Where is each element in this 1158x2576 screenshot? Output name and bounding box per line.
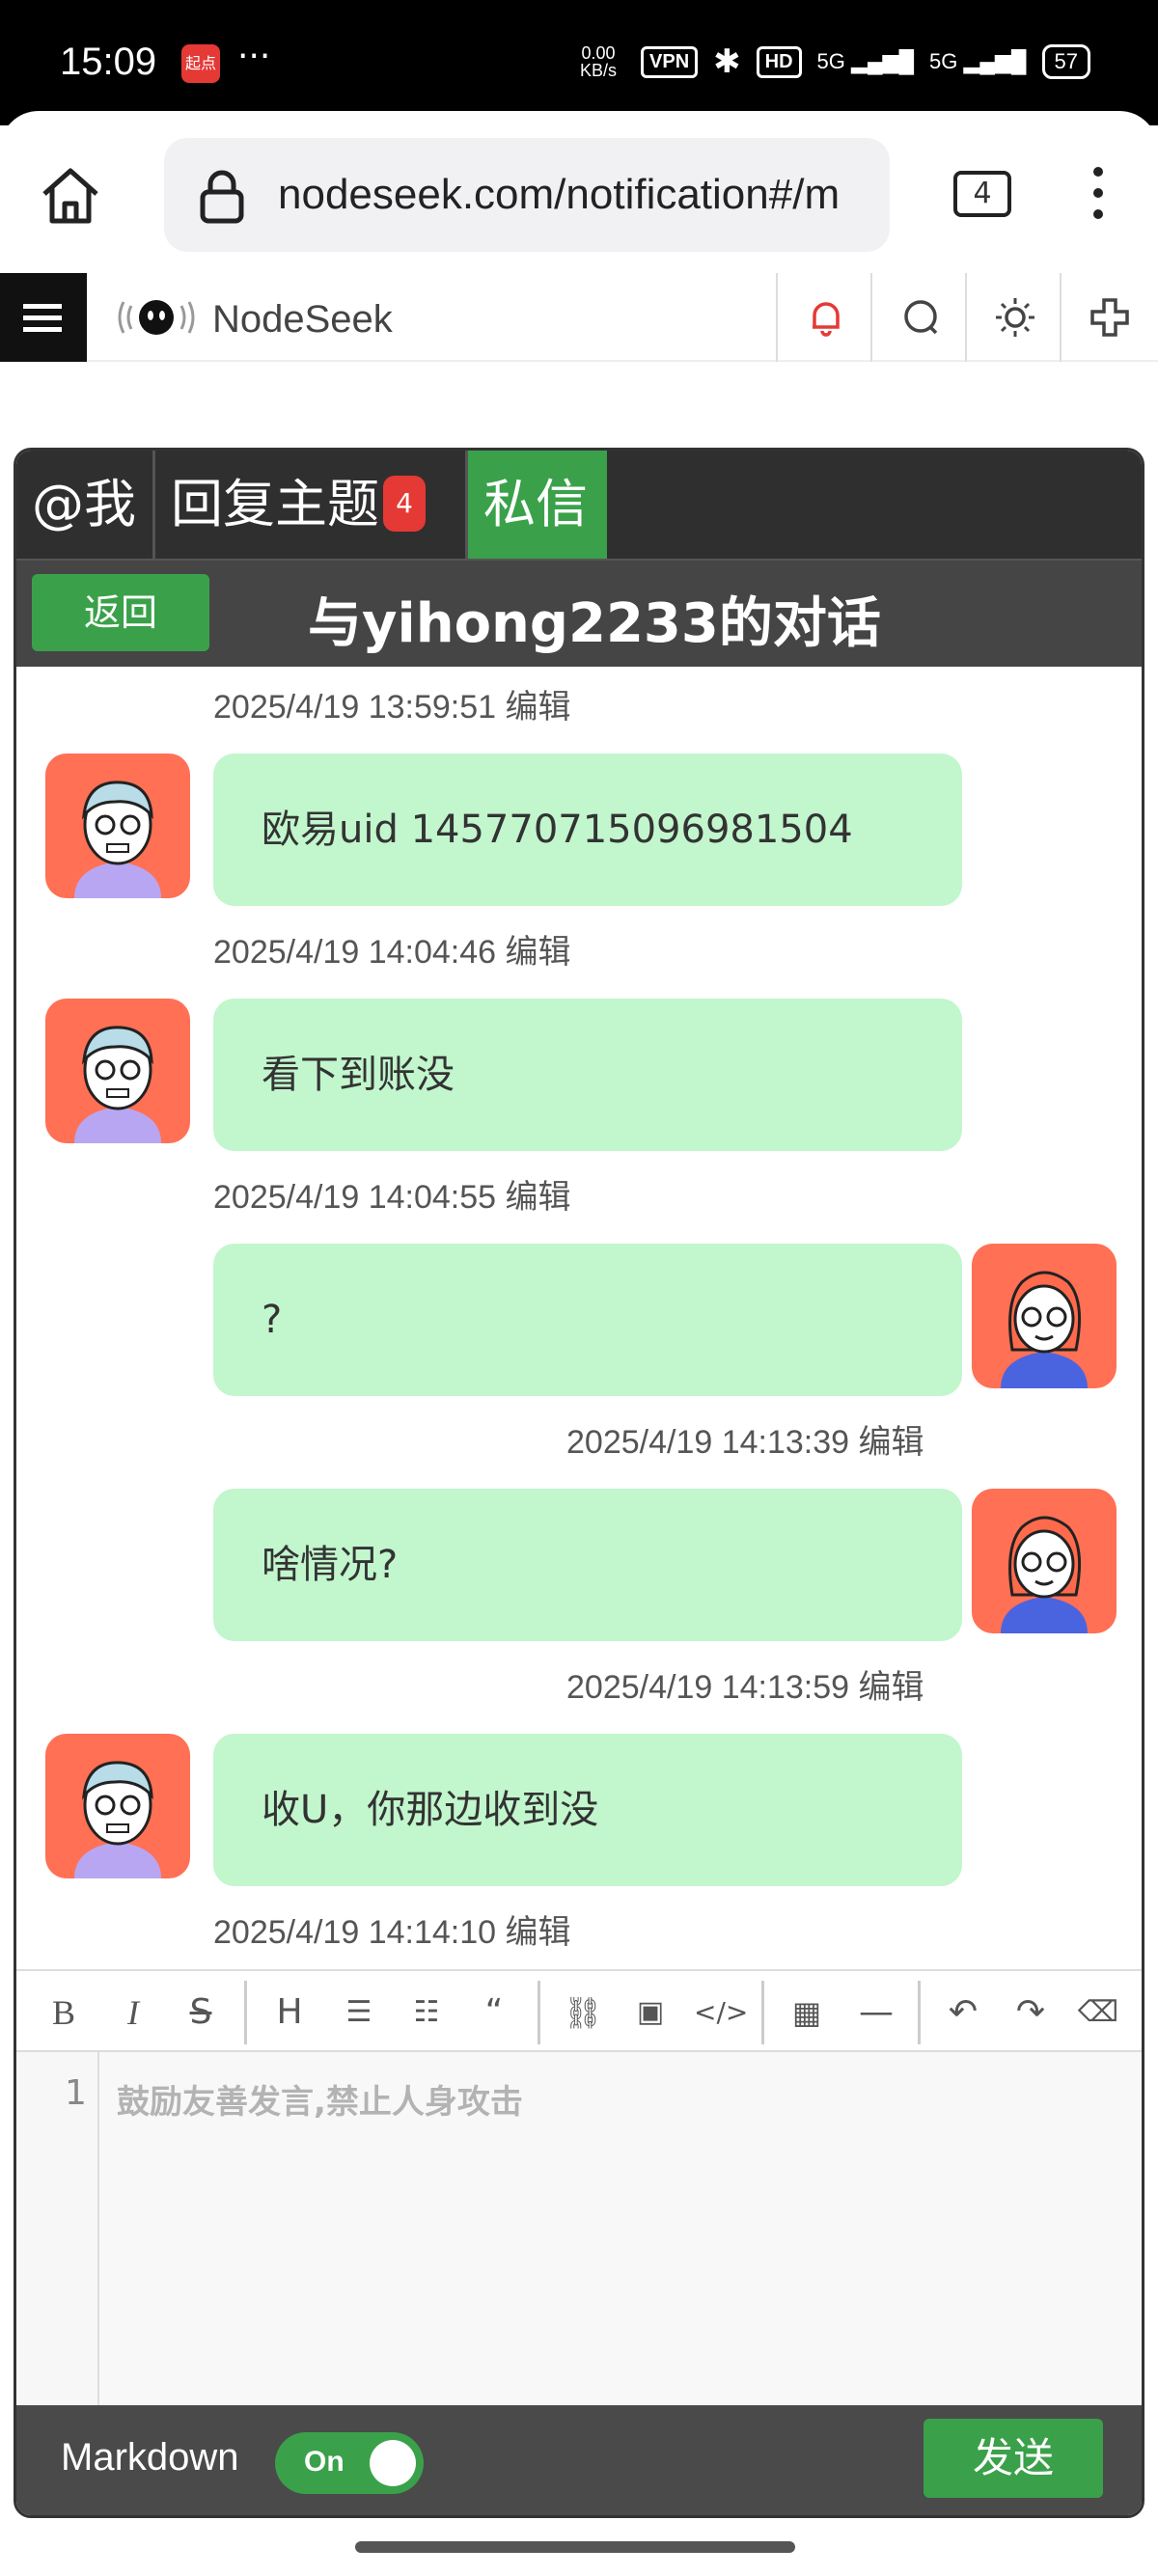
tab-private-messages[interactable]: 私信: [468, 451, 607, 559]
home-icon: [42, 168, 98, 224]
avatar[interactable]: [45, 1734, 190, 1878]
message-bubble: 啥情况?: [213, 1489, 962, 1641]
plus-icon: [1090, 298, 1129, 337]
toggle-knob: [370, 2440, 416, 2486]
image-icon[interactable]: ▣: [626, 1988, 675, 2037]
message-bubble: ?: [213, 1244, 962, 1396]
more-notifications-icon: ···: [237, 37, 271, 76]
site-brand[interactable]: NodeSeek: [212, 298, 393, 342]
tab-switcher-button[interactable]: 4: [953, 171, 1011, 217]
avatar[interactable]: [972, 1489, 1117, 1633]
app-notification-icon: 起点: [181, 44, 220, 83]
message-bubble: 看下到账没: [213, 999, 962, 1151]
avatar[interactable]: [45, 754, 190, 898]
bold-icon[interactable]: B: [40, 1988, 88, 2037]
quote-icon[interactable]: “: [470, 1988, 518, 2037]
toolbar-divider: [244, 1981, 247, 2044]
user-avatar-icon: [45, 754, 190, 898]
line-number: 1: [65, 2073, 87, 2113]
avatar[interactable]: [972, 1244, 1117, 1388]
message-timestamp: 2025/4/19 14:04:55 编辑: [213, 1179, 571, 1216]
toolbar-divider: [918, 1981, 921, 2044]
toggle-label: On: [304, 2446, 345, 2478]
heading-icon[interactable]: H: [265, 1988, 314, 2037]
reply-count-badge: 4: [383, 476, 426, 533]
theme-toggle-button[interactable]: [965, 273, 1060, 362]
message-timestamp: 2025/4/19 14:13:39 编辑: [566, 1424, 924, 1461]
link-icon[interactable]: ⛓: [559, 1988, 607, 2037]
user-avatar-icon: [45, 999, 190, 1143]
tab-mentions[interactable]: @我: [16, 451, 155, 559]
nodeseek-logo-icon: [118, 300, 195, 335]
battery-icon: 57: [1041, 44, 1090, 79]
status-time: 15:09: [60, 41, 157, 83]
site-header: NodeSeek: [0, 273, 1158, 362]
net-speed: 0.00 KB/s: [580, 43, 618, 80]
browser-toolbar: nodeseek.com/notification#/m 4: [0, 111, 1158, 275]
markdown-label: Markdown: [61, 2436, 239, 2479]
numbered-list-icon[interactable]: ☷: [402, 1988, 451, 2037]
message-timestamp: 2025/4/19 14:13:59 编辑: [566, 1669, 924, 1706]
editor-placeholder: 鼓励友善发言,禁止人身攻击: [117, 2083, 523, 2122]
message-editor[interactable]: 1 鼓励友善发言,禁止人身攻击: [16, 2052, 1142, 2405]
toolbar-divider: [761, 1981, 764, 2044]
conversation-title: 与yihong2233的对话: [308, 592, 881, 655]
message-bubble: 收U，你那边收到没: [213, 1734, 962, 1886]
signal-icon-1: 5G ▂▄▆█: [816, 49, 915, 73]
toolbar-divider: [538, 1981, 540, 2044]
bluetooth-icon: ✱: [713, 43, 741, 80]
editor-footer: Markdown On 发送: [16, 2405, 1142, 2515]
my-avatar-icon: [972, 1489, 1117, 1633]
messages-panel: @我 回复主题 4 私信 返回 与yihong2233的对话 2025/4/19 …: [14, 448, 1144, 2518]
bell-icon: [813, 302, 840, 337]
notification-tabs: @我 回复主题 4 私信: [16, 451, 1142, 559]
vpn-icon: VPN: [641, 45, 699, 78]
strikethrough-icon[interactable]: S: [177, 1988, 225, 2037]
my-avatar-icon: [972, 1244, 1117, 1388]
message-timestamp: 2025/4/19 14:04:46 编辑: [213, 934, 571, 971]
status-indicators: 0.00 KB/s VPN ✱ HD 5G ▂▄▆█ 5G ▂▄▆█ 57: [571, 42, 1090, 81]
message-timestamp: 2025/4/19 13:59:51 编辑: [213, 689, 571, 726]
tab-replies[interactable]: 回复主题 4: [155, 451, 468, 559]
markdown-toggle[interactable]: On: [275, 2432, 424, 2494]
message-timestamp: 2025/4/19 14:14:10 编辑: [213, 1914, 571, 1951]
bullet-list-icon[interactable]: ☰: [335, 1988, 383, 2037]
menu-icon[interactable]: [0, 273, 87, 362]
notifications-button[interactable]: [776, 273, 870, 362]
send-button[interactable]: 发送: [924, 2419, 1103, 2498]
lock-icon: [200, 170, 244, 224]
code-icon[interactable]: </>: [694, 1988, 748, 2037]
new-post-button[interactable]: [1060, 273, 1158, 362]
line-gutter: 1: [16, 2052, 99, 2405]
table-icon[interactable]: ▦: [783, 1988, 831, 2037]
home-button[interactable]: [37, 161, 104, 229]
redo-icon[interactable]: ↷: [1006, 1988, 1055, 2037]
undo-icon[interactable]: ↶: [939, 1988, 987, 2037]
sun-icon: [996, 298, 1034, 337]
browser-menu-icon[interactable]: [1089, 167, 1108, 225]
address-bar[interactable]: nodeseek.com/notification#/m: [164, 138, 890, 252]
back-button[interactable]: 返回: [32, 574, 209, 651]
avatar[interactable]: [45, 999, 190, 1143]
search-button[interactable]: [870, 273, 965, 362]
eraser-icon[interactable]: ⌫: [1074, 1988, 1122, 2037]
url-text: nodeseek.com/notification#/m: [278, 171, 841, 218]
hd-icon: HD: [756, 45, 802, 78]
status-bar: 15:09 起点 ··· 0.00 KB/s VPN ✱ HD 5G ▂▄▆█ …: [0, 0, 1158, 125]
user-avatar-icon: [45, 1734, 190, 1878]
italic-icon[interactable]: I: [109, 1988, 157, 2037]
horizontal-rule-icon[interactable]: —: [852, 1988, 900, 2037]
gesture-bar[interactable]: [355, 2541, 795, 2553]
signal-icon-2: 5G ▂▄▆█: [929, 49, 1027, 73]
conversation-header: 返回 与yihong2233的对话: [16, 559, 1142, 667]
message-list[interactable]: 2025/4/19 13:59:51 编辑 欧易uid 145770715096…: [16, 667, 1142, 1969]
search-icon: [904, 300, 938, 335]
editor-toolbar: B I S H ☰ ☷ “ ⛓ ▣ </> ▦ — ↶ ↷ ⌫: [16, 1969, 1142, 2052]
message-bubble: 欧易uid 145770715096981504: [213, 754, 962, 906]
